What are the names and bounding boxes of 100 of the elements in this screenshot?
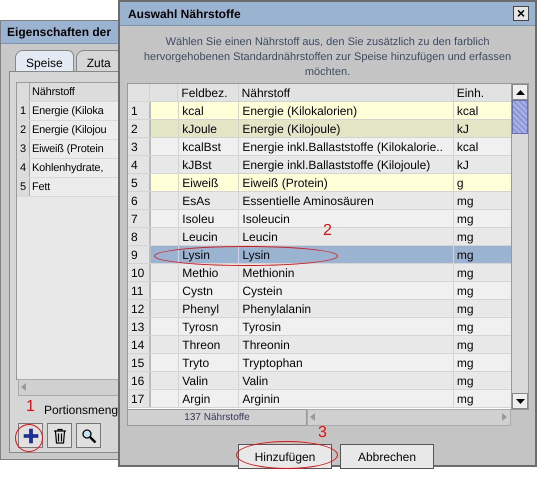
search-button[interactable] [76,423,101,448]
table-cell: Tryptophan [239,354,454,371]
table-cell-text: kcal [456,139,480,155]
table-cell: Eiweiß [179,174,240,191]
table-cell-text: mg [456,265,475,281]
annotation-ellipse [15,424,43,452]
row-number: 2 [17,121,30,139]
table-row[interactable]: 2 kJoule Energie (Kilojoule) kJ [128,120,511,138]
table-cell-text: kJ [456,157,470,173]
table-cell-text: mg [456,337,475,353]
table-row[interactable]: 3 kcalBst Energie inkl.Ballaststoffe (Kilokalorie.. kcal [128,138,511,156]
table-cell: Isoleu [179,210,240,227]
table-cell: Valin [239,372,454,389]
delete-button[interactable] [47,423,72,448]
table-cell: kJoule [179,120,240,137]
table-cell: Lysin [239,246,454,263]
row-number: 11 [128,282,151,299]
table-cell: Valin [179,372,240,389]
row-number: 4 [17,159,30,177]
vertical-scrollbar[interactable] [511,84,528,409]
table-row[interactable]: 15 Tryto Tryptophan mg [128,354,511,372]
status-text: 137 Nährstoffe [127,409,307,426]
row-number: 7 [128,210,151,227]
table-row[interactable]: 16 Valin Valin mg [128,372,511,390]
table-row[interactable]: 9 Lysin Lysin mg [128,246,511,264]
table-row[interactable]: 5 Eiweiß Eiweiß (Protein) g [128,174,511,192]
table-row[interactable]: 1 kcal Energie (Kilokalorien) kcal [128,102,511,120]
row-number: 1 [128,102,151,119]
table-cell: Phenyl [179,300,240,317]
row-number: 8 [128,228,151,245]
row-number: 3 [17,140,30,158]
table-cell: Threonin [239,336,454,353]
table-cell-text: mg [456,211,475,227]
search-icon [80,428,96,444]
table-cell-text: mg [456,373,475,389]
table-cell: Tyrosn [179,318,240,335]
row-number: 5 [128,174,151,191]
scroll-thumb[interactable] [512,100,528,134]
table-row[interactable]: 6 EsAs Essentielle Aminosäuren mg [128,192,511,210]
row-number: 14 [128,336,151,353]
table-cell-text: Fett [31,180,50,195]
table-cell-text: kJ [456,121,470,137]
table-cell-text: Energie (Kilojou [31,123,106,138]
table-cell: Lysin [179,246,240,263]
add-button[interactable]: Hinzufügen [238,444,332,469]
table-cell: Argin [179,390,240,407]
table-cell-text: mg [456,319,475,335]
column-header: Feldbez. [178,84,239,101]
table-row[interactable]: 10 Methio Methionin mg [128,264,511,282]
table-cell: Tryto [179,354,240,371]
table-cell: Phenylalanin [239,300,454,317]
annotation-number: 3 [318,424,327,442]
table-cell: Energie (Kilokalorien) [239,102,454,119]
table-cell: kJBst [179,156,240,173]
field-label: Portionsmeng [44,403,118,417]
table-cell-text: mg [456,193,475,209]
table-cell: kcal [179,102,240,119]
row-number: 5 [17,178,30,196]
table-cell-text: kcal [456,103,480,119]
column-header: Nährstoff [238,84,454,101]
scroll-down-icon[interactable] [512,393,528,409]
row-number: 10 [128,264,151,281]
close-button[interactable]: × [513,6,529,21]
table-cell: Cystein [239,282,454,299]
table-cell-text: mg [456,391,475,407]
row-number: 2 [128,120,151,137]
table-cell-text: Kohlenhydrate, [31,161,104,176]
scroll-up-icon[interactable] [512,84,528,100]
table-cell: Leucin [179,228,240,245]
tab[interactable]: Speise [15,50,74,72]
table-cell: Cystn [179,282,240,299]
column-header: Einh. [456,85,486,101]
cancel-button[interactable]: Abbrechen [340,444,434,469]
table-cell: Methionin [239,264,454,281]
table-cell-text: Energie (Kiloka [31,104,104,119]
row-number: 4 [128,156,151,173]
table-row[interactable]: 13 Tyrosn Tyrosin mg [128,318,511,336]
table-cell: Eiweiß (Protein) [239,174,454,191]
table-cell: Arginin [239,390,454,407]
table-row[interactable]: 14 Threon Threonin mg [128,336,511,354]
table-row[interactable]: 17 Argin Arginin mg [128,390,511,408]
table-cell-text: mg [456,283,475,299]
row-number: 16 [128,372,151,389]
table-cell-text: mg [456,247,475,263]
table-cell: Energie (Kilojoule) [239,120,454,137]
row-number: 17 [128,390,151,407]
table-cell-text: mg [456,355,475,371]
table-cell: EsAs [179,192,240,209]
add-button[interactable] [18,423,43,448]
table-row[interactable]: 4 kJBst Energie inkl.Ballaststoffe (Kilojoule) kJ [128,156,511,174]
table-cell: Tyrosin [239,318,454,335]
table-row[interactable]: 12 Phenyl Phenylalanin mg [128,300,511,318]
row-number: 15 [128,354,151,371]
row-number: 12 [128,300,151,317]
table-cell: Energie inkl.Ballaststoffe (Kilojoule) [239,156,454,173]
table-row[interactable]: 11 Cystn Cystein mg [128,282,511,300]
annotation-number: 1 [26,398,35,416]
table-cell-text: mg [456,301,475,317]
dialog-title: Auswahl Nährstoffe [128,6,241,20]
table-cell-text: Eiweiß (Protein [31,142,104,157]
